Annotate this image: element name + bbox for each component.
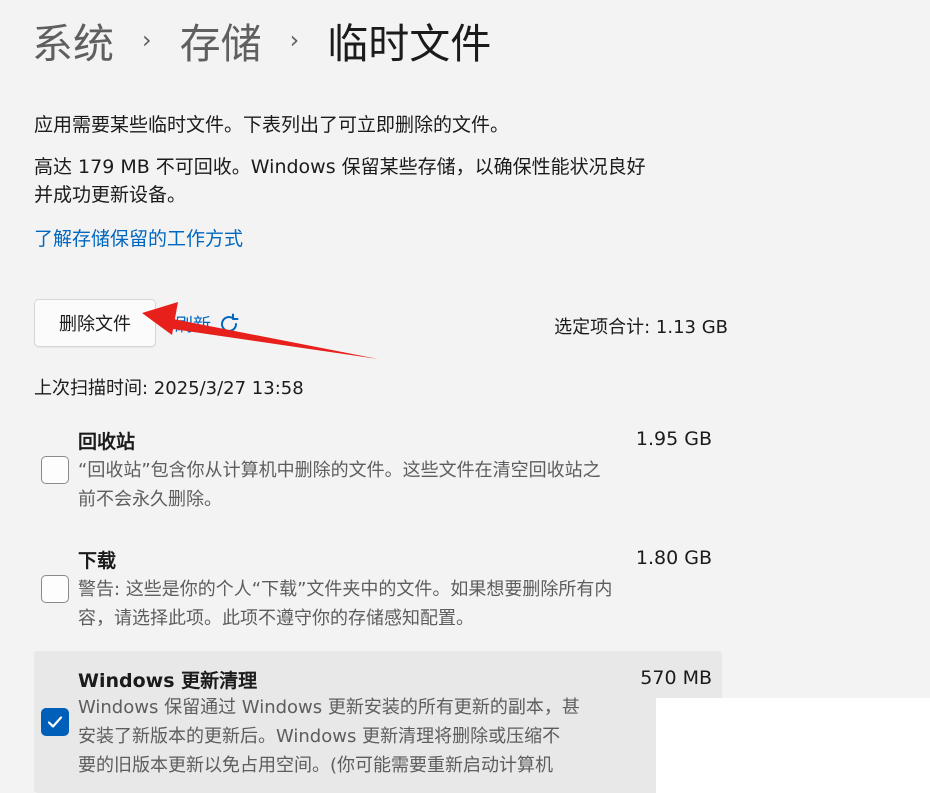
annotation-arrow	[142, 302, 378, 359]
